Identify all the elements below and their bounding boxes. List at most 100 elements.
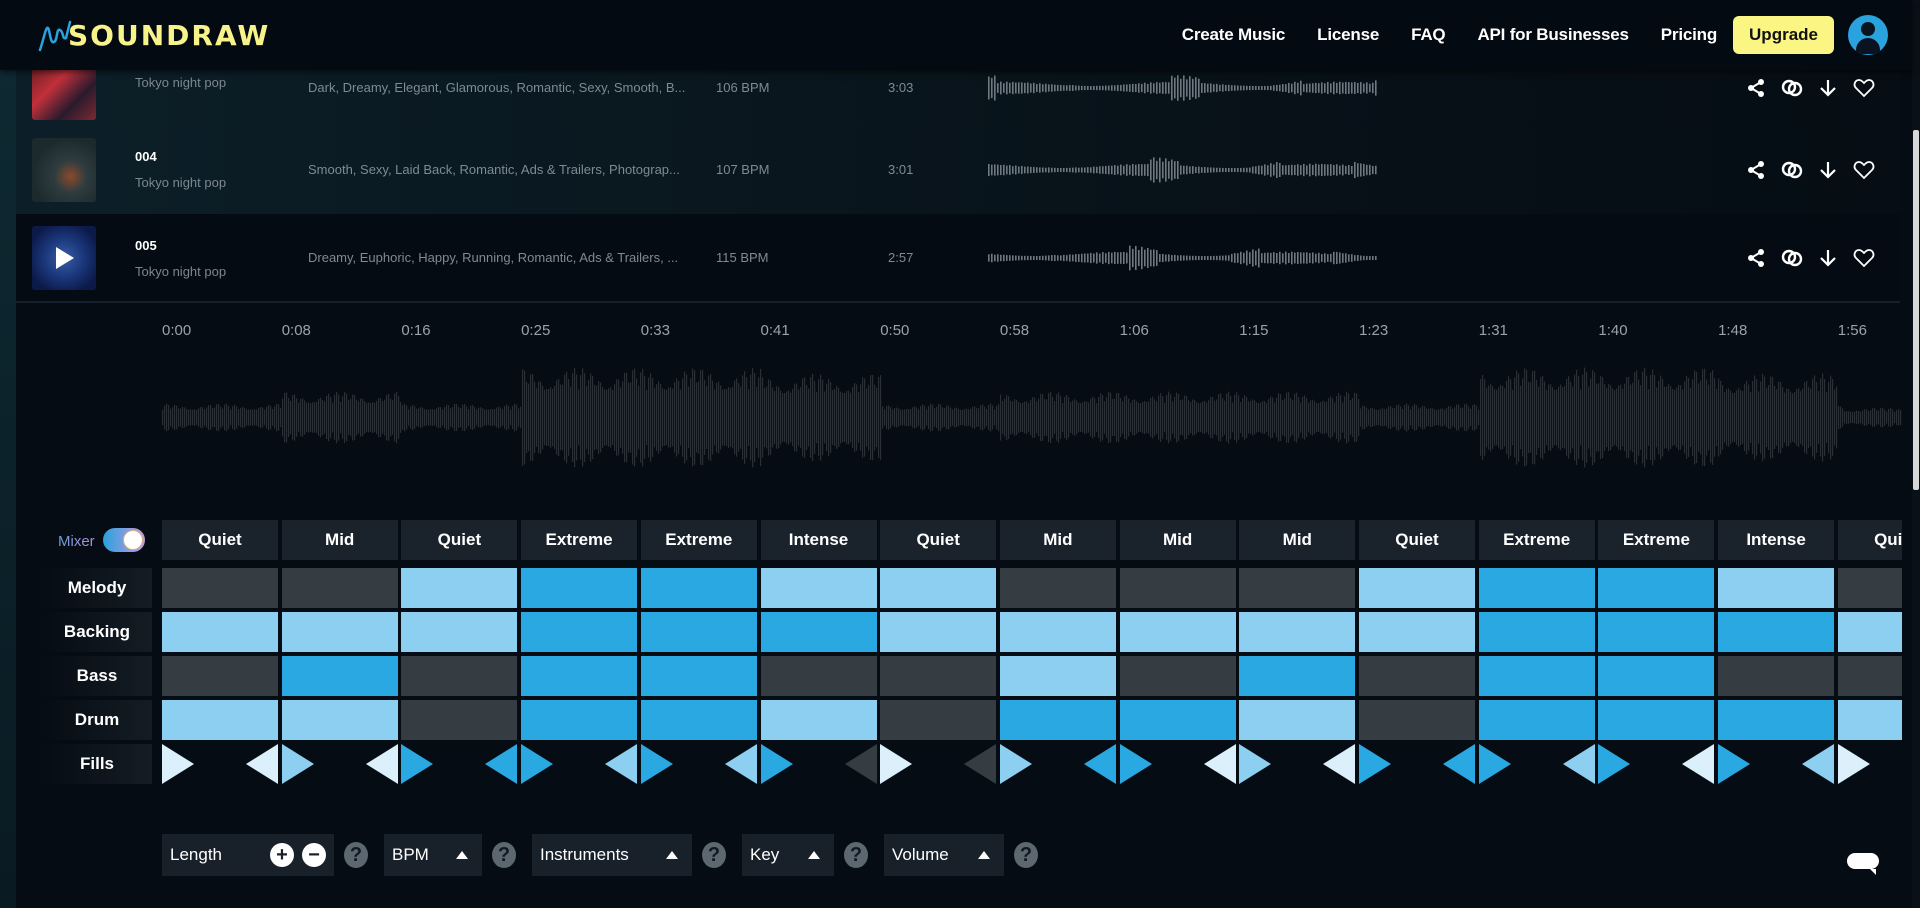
chat-icon[interactable] — [1846, 852, 1882, 876]
section-intensity-header[interactable]: Quiet — [162, 520, 278, 560]
section-intensity-header[interactable]: Quiet — [880, 520, 997, 560]
share-icon[interactable] — [1744, 158, 1768, 182]
fill-start-toggle[interactable] — [281, 744, 314, 784]
user-avatar-icon[interactable] — [1848, 15, 1888, 55]
fill-end-toggle[interactable] — [724, 744, 757, 784]
mixer-cell-melody[interactable] — [1837, 568, 1902, 608]
track-waveform[interactable] — [988, 155, 1378, 185]
mixer-cell-melody[interactable] — [1478, 568, 1595, 608]
mixer-cell-drum[interactable] — [521, 700, 638, 740]
help-icon[interactable]: ? — [844, 842, 868, 868]
similar-icon[interactable] — [1780, 158, 1804, 182]
upgrade-button[interactable]: Upgrade — [1733, 16, 1834, 54]
fill-end-toggle[interactable] — [365, 744, 398, 784]
volume-dropdown[interactable]: Volume — [884, 834, 1004, 876]
section-intensity-header[interactable]: Mid — [1239, 520, 1356, 560]
mixer-cell-melody[interactable] — [760, 568, 877, 608]
mixer-cell-backing[interactable] — [640, 612, 757, 652]
mixer-cell-backing[interactable] — [521, 612, 638, 652]
mixer-cell-melody[interactable] — [1119, 568, 1236, 608]
track-waveform[interactable] — [988, 73, 1378, 103]
page-scrollbar[interactable] — [1912, 0, 1920, 908]
mixer-cell-melody[interactable] — [1359, 568, 1475, 608]
fill-start-toggle[interactable] — [999, 744, 1032, 784]
mixer-cell-melody[interactable] — [1718, 568, 1835, 608]
favorite-icon[interactable] — [1852, 76, 1876, 100]
mixer-cell-drum[interactable] — [1478, 700, 1595, 740]
mixer-cell-melody[interactable] — [640, 568, 757, 608]
fill-start-toggle[interactable] — [760, 744, 793, 784]
section-intensity-header[interactable]: Extreme — [640, 520, 757, 560]
help-icon[interactable]: ? — [1014, 842, 1038, 868]
mixer-cell-backing[interactable] — [760, 612, 877, 652]
similar-icon[interactable] — [1780, 76, 1804, 100]
scrollbar-thumb[interactable] — [1913, 130, 1919, 490]
mixer-cell-bass[interactable] — [162, 656, 278, 696]
track-row[interactable]: 005 Tokyo night pop Dreamy, Euphoric, Ha… — [16, 214, 1900, 303]
fill-end-toggle[interactable] — [964, 744, 997, 784]
fill-start-toggle[interactable] — [401, 744, 434, 784]
fill-end-toggle[interactable] — [1682, 744, 1715, 784]
mixer-cell-bass[interactable] — [1837, 656, 1902, 696]
section-intensity-header[interactable]: Quiet — [401, 520, 518, 560]
key-dropdown[interactable]: Key — [742, 834, 834, 876]
section-intensity-header[interactable]: Extreme — [521, 520, 638, 560]
play-icon[interactable] — [56, 246, 74, 269]
mixer-cell-drum[interactable] — [281, 700, 398, 740]
help-icon[interactable]: ? — [492, 842, 516, 868]
track-title[interactable]: 004 — [135, 149, 157, 164]
fill-end-toggle[interactable] — [1802, 744, 1835, 784]
mixer-cell-drum[interactable] — [1119, 700, 1236, 740]
track-thumbnail[interactable] — [32, 225, 96, 290]
nav-license[interactable]: License — [1317, 25, 1379, 45]
mixer-cell-melody[interactable] — [521, 568, 638, 608]
section-intensity-header[interactable]: Mid — [999, 520, 1116, 560]
mixer-cell-bass[interactable] — [521, 656, 638, 696]
download-icon[interactable] — [1816, 246, 1840, 270]
fill-end-toggle[interactable] — [605, 744, 638, 784]
mixer-cell-backing[interactable] — [880, 612, 997, 652]
mixer-cell-bass[interactable] — [1239, 656, 1356, 696]
mixer-cell-bass[interactable] — [880, 656, 997, 696]
nav-faq[interactable]: FAQ — [1411, 25, 1446, 45]
fill-end-toggle[interactable] — [1443, 744, 1475, 784]
minus-icon[interactable]: − — [302, 843, 326, 867]
mixer-cell-melody[interactable] — [1239, 568, 1356, 608]
fill-start-toggle[interactable] — [1239, 744, 1272, 784]
nav-pricing[interactable]: Pricing — [1661, 25, 1717, 45]
section-intensity-header[interactable]: Extreme — [1478, 520, 1595, 560]
mixer-toggle[interactable] — [103, 528, 145, 552]
mixer-cell-drum[interactable] — [1837, 700, 1902, 740]
fill-start-toggle[interactable] — [521, 744, 554, 784]
section-intensity-header[interactable]: Mid — [1119, 520, 1236, 560]
track-thumbnail[interactable] — [32, 137, 96, 202]
mixer-cell-melody[interactable] — [999, 568, 1116, 608]
fill-end-toggle[interactable] — [485, 744, 518, 784]
mixer-cell-drum[interactable] — [640, 700, 757, 740]
fill-start-toggle[interactable] — [640, 744, 673, 784]
mixer-cell-bass[interactable] — [760, 656, 877, 696]
fill-start-toggle[interactable] — [1837, 744, 1870, 784]
section-intensity-header[interactable]: Quiet — [1837, 520, 1902, 560]
favorite-icon[interactable] — [1852, 246, 1876, 270]
fill-end-toggle[interactable] — [844, 744, 877, 784]
mixer-cell-bass[interactable] — [281, 656, 398, 696]
mixer-cell-drum[interactable] — [1718, 700, 1835, 740]
mixer-cell-backing[interactable] — [1478, 612, 1595, 652]
mixer-cell-drum[interactable] — [1359, 700, 1475, 740]
fill-end-toggle[interactable] — [1083, 744, 1116, 784]
fill-start-toggle[interactable] — [1718, 744, 1751, 784]
mixer-cell-backing[interactable] — [401, 612, 518, 652]
help-icon[interactable]: ? — [702, 842, 726, 868]
mixer-cell-bass[interactable] — [1478, 656, 1595, 696]
similar-icon[interactable] — [1780, 246, 1804, 270]
fill-end-toggle[interactable] — [1323, 744, 1356, 784]
section-intensity-header[interactable]: Mid — [281, 520, 398, 560]
mixer-cell-backing[interactable] — [1598, 612, 1715, 652]
mixer-cell-melody[interactable] — [162, 568, 278, 608]
mixer-cell-bass[interactable] — [1119, 656, 1236, 696]
mixer-cell-backing[interactable] — [1718, 612, 1835, 652]
bpm-dropdown[interactable]: BPM — [384, 834, 482, 876]
mixer-cell-backing[interactable] — [1119, 612, 1236, 652]
mixer-cell-bass[interactable] — [401, 656, 518, 696]
